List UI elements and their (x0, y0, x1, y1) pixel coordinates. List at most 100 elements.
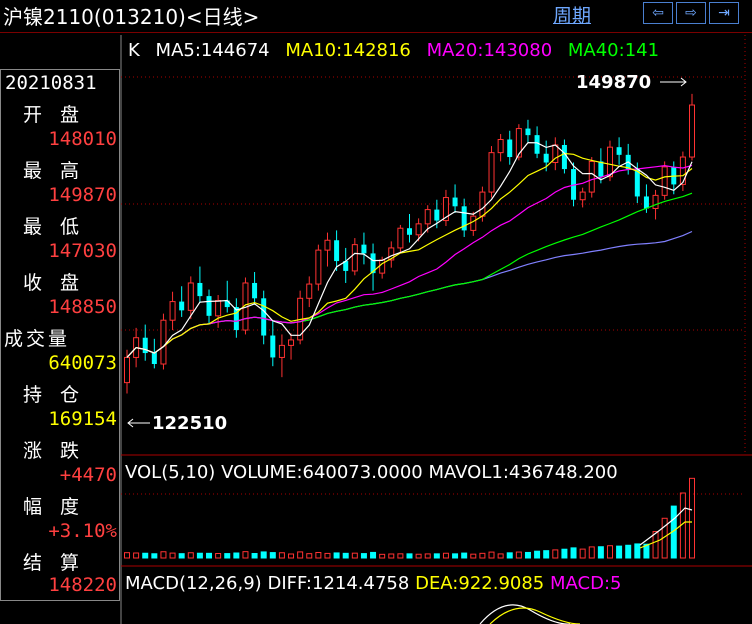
candle-body-up (579, 191, 586, 201)
volume-bar (652, 531, 659, 559)
volume-bar (379, 553, 386, 559)
k-label: K (128, 40, 140, 61)
macd-diff: DIFF:1214.4758 (267, 573, 410, 594)
volume-bar (169, 552, 176, 559)
volume-bar (543, 550, 550, 559)
volume-bar (196, 552, 203, 559)
macd-legend: MACD(12,26,9) DIFF:1214.4758 DEA:922.908… (125, 573, 621, 594)
candle-body-down (334, 240, 340, 262)
volume-bar (215, 553, 222, 559)
volume-bar (606, 545, 613, 559)
volume-bar (406, 553, 413, 559)
volume-bar (616, 545, 623, 559)
volume-bar (342, 552, 349, 559)
candle-body-up (679, 156, 686, 185)
candle-body-up (288, 339, 295, 346)
info-panel: 20210831 开盘 148010 最高 149870 最低 147030 收… (0, 69, 120, 601)
candle-body-up (470, 215, 477, 231)
volume-bar (187, 552, 194, 559)
volume-bar (497, 553, 504, 559)
volume-bar (251, 553, 258, 559)
volume-bar (452, 553, 459, 559)
info-value-settlement: 148220 (48, 574, 117, 596)
candle-body-up (315, 249, 322, 285)
volume-bar (288, 553, 295, 559)
candle-body-down (561, 144, 567, 170)
volume-bar (233, 552, 240, 559)
info-value-low: 147030 (48, 240, 117, 262)
volume-bar (561, 548, 568, 559)
macd-name: MACD(12,26,9) (125, 573, 262, 594)
volume-bar (124, 552, 130, 559)
vol-volume: VOLUME:640073.0000 (221, 462, 423, 483)
candle-body-up (306, 283, 313, 299)
candle-body-up (160, 319, 167, 365)
volume-bar (206, 552, 213, 559)
candle-body-down (452, 197, 458, 207)
candle-body-down (179, 301, 185, 311)
candle-body-down (598, 161, 604, 177)
candle-body-up (278, 344, 285, 358)
candle-body-up (652, 194, 659, 210)
ma10-line (126, 152, 693, 358)
volume-bar (315, 552, 322, 559)
info-label-settlement: 结算 (23, 552, 98, 574)
info-label-change-pct: 幅度 (23, 496, 98, 518)
volume-bar (534, 550, 541, 559)
candle-body-down (151, 351, 157, 365)
volume-bar (625, 544, 632, 559)
candle-body-down (616, 147, 622, 155)
info-value-volume: 640073 (48, 352, 117, 374)
volume-bar (278, 552, 285, 559)
ma40-value: MA40:141 (567, 40, 660, 61)
candle-body-down (525, 128, 531, 136)
volume-bar (588, 546, 595, 559)
ma20-value: MA20:143080 (426, 40, 553, 61)
volume-bar (461, 552, 468, 559)
candle-body-up (689, 104, 695, 158)
volume-bar (470, 553, 477, 559)
low-annotation: 122510 (152, 413, 228, 434)
candle-body-up (379, 259, 386, 274)
volume-bar (242, 551, 249, 559)
candle-body-up (588, 160, 595, 193)
volume-bar (579, 548, 586, 559)
candle-body-up (497, 139, 504, 154)
vol-name: VOL(5,10) (125, 462, 216, 483)
volume-bar (570, 547, 577, 559)
candle-body-down (507, 139, 513, 158)
volume-bar (424, 553, 431, 559)
info-value-open-interest: 169154 (48, 408, 117, 430)
candle-body-up (187, 282, 194, 311)
volume-bar (415, 553, 422, 559)
volume-bar (515, 551, 522, 559)
volume-bar (388, 553, 395, 559)
volume-bar (269, 552, 276, 559)
candle-body-up (169, 301, 176, 321)
volume-bar (160, 551, 167, 559)
candle-body-down (543, 153, 549, 163)
candle-body-down (407, 228, 412, 235)
candle-body-up (351, 244, 358, 272)
volume-bar (597, 546, 604, 559)
candle-body-up (479, 191, 486, 217)
volume-bar (351, 552, 358, 559)
candle-body-down (197, 282, 203, 297)
ma20-line (126, 164, 693, 358)
vol-mavol1: MAVOL1:436748.200 (428, 462, 618, 483)
info-value-high: 149870 (48, 184, 117, 206)
candle-body-up (124, 356, 130, 384)
info-value-change-pct: +3.10% (48, 520, 117, 542)
macd-dea: DEA:922.9085 (415, 573, 545, 594)
volume-bar (524, 551, 531, 559)
volume-bar (224, 553, 231, 559)
candle-body-up (424, 209, 431, 225)
macd-value: MACD:5 (550, 573, 622, 594)
candle-body-up (397, 227, 404, 249)
candle-body-up (324, 239, 331, 251)
candle-body-down (434, 209, 440, 221)
mavol1-line (639, 507, 693, 546)
candle-body-down (634, 169, 640, 197)
candle-body-down (534, 135, 540, 154)
info-label-volume: 成交量 (4, 328, 71, 350)
